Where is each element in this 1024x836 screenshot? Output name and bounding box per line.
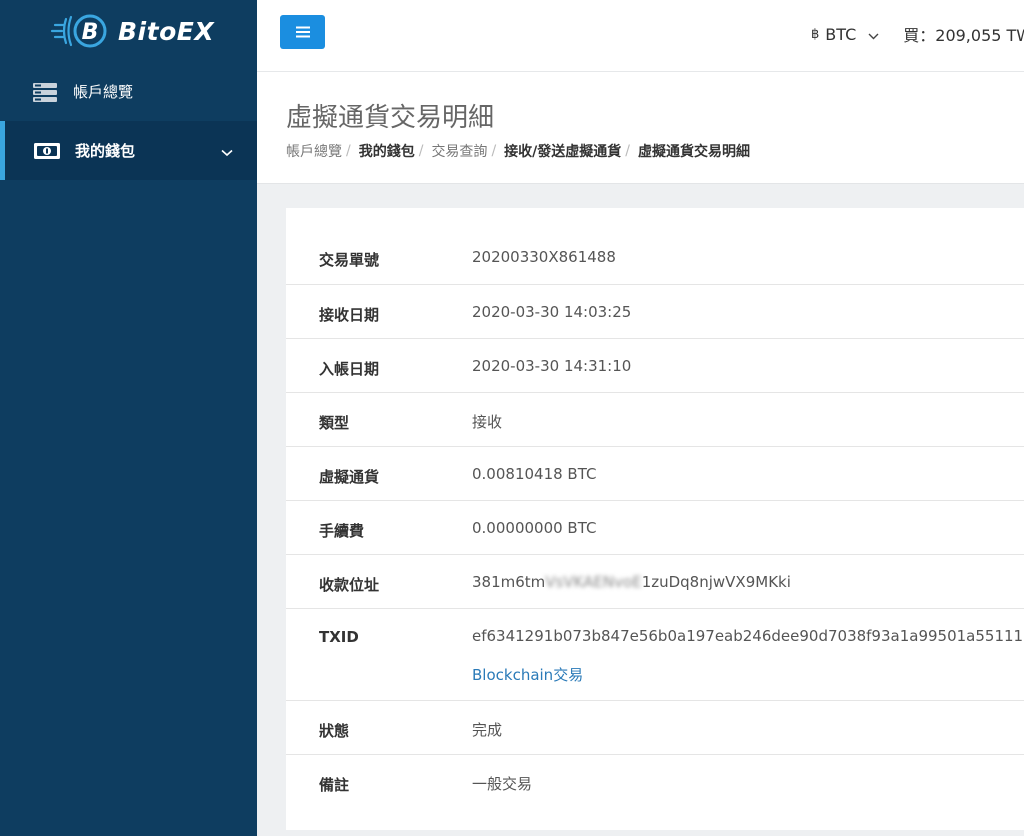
- breadcrumb-separator: /: [625, 143, 630, 159]
- banknote-icon: [34, 141, 60, 161]
- address-redacted: VsVKAENvoE: [545, 573, 642, 591]
- buy-price: 買：209,055 TW: [903, 26, 1024, 45]
- transaction-detail-card: 交易單號 20200330X861488 接收日期 2020-03-30 14:…: [286, 208, 1024, 830]
- detail-label: 入帳日期: [319, 360, 380, 378]
- detail-value: 完成: [472, 721, 503, 739]
- detail-row-currency-amount: 虛擬通貨 0.00810418 BTC: [286, 447, 1024, 501]
- detail-value: 2020-03-30 14:03:25: [472, 303, 632, 321]
- detail-label: TXID: [319, 628, 359, 646]
- chevron-down-icon[interactable]: [868, 25, 879, 44]
- bitcoin-icon: ฿: [811, 26, 820, 42]
- bitoex-logo-icon: B: [50, 11, 112, 51]
- sidebar-item-my-wallet[interactable]: 我的錢包: [0, 121, 257, 180]
- sidebar-item-account-overview[interactable]: 帳戶總覽: [0, 62, 257, 121]
- blockchain-transaction-link[interactable]: Blockchain交易: [472, 664, 583, 685]
- sidebar-item-label: 我的錢包: [75, 142, 136, 160]
- breadcrumb-item-my-wallet[interactable]: 我的錢包: [359, 141, 415, 161]
- detail-label: 交易單號: [319, 251, 380, 269]
- brand-logo[interactable]: B BitoEX: [0, 0, 257, 62]
- coin-selector[interactable]: BTC: [825, 25, 856, 44]
- breadcrumb-item-transaction-query[interactable]: 交易查詢: [431, 141, 487, 161]
- detail-row-status: 狀態 完成: [286, 701, 1024, 755]
- coin-price-area: ฿ BTC 買：209,055 TW: [811, 22, 1024, 46]
- detail-row-txid: TXID ef6341291b073b847e56b0a197eab246dee…: [286, 609, 1024, 701]
- breadcrumb-separator: /: [346, 143, 351, 159]
- breadcrumb-separator: /: [418, 143, 424, 159]
- detail-label: 狀態: [319, 722, 350, 740]
- detail-value: 0.00810418 BTC: [472, 465, 597, 483]
- detail-row-receive-address: 收款位址 381m6tmVsVKAENvoE1zuDq8njwVX9MKki: [286, 555, 1024, 609]
- breadcrumb-item-receive-send[interactable]: 接收/發送虛擬通貨: [504, 141, 621, 161]
- breadcrumb: 帳戶總覽 / 我的錢包 / 交易查詢 / 接收/發送虛擬通貨 / 虛擬通貨交易明細: [286, 141, 750, 161]
- detail-label: 收款位址: [319, 576, 380, 594]
- detail-row-type: 類型 接收: [286, 393, 1024, 447]
- detail-value: 2020-03-30 14:31:10: [472, 357, 632, 375]
- detail-label: 手續費: [319, 522, 365, 540]
- svg-text:B: B: [82, 20, 99, 45]
- detail-row-received-date: 接收日期 2020-03-30 14:03:25: [286, 285, 1024, 339]
- hamburger-icon: [295, 23, 310, 42]
- detail-label: 備註: [319, 776, 350, 794]
- address-suffix: 1zuDq8njwVX9MKki: [641, 573, 791, 591]
- address-prefix: 381m6tm: [472, 573, 546, 591]
- detail-value-address: 381m6tmVsVKAENvoE1zuDq8njwVX9MKki: [472, 573, 791, 591]
- detail-label: 接收日期: [319, 306, 380, 324]
- detail-value: 20200330X861488: [472, 248, 616, 266]
- detail-value: 一般交易: [472, 775, 533, 793]
- chevron-down-icon[interactable]: [221, 143, 233, 161]
- breadcrumb-item-transaction-detail: 虛擬通貨交易明細: [638, 144, 750, 160]
- server-stack-icon: [32, 82, 58, 102]
- detail-value: 0.00000000 BTC: [472, 519, 597, 537]
- top-bar: ฿ BTC 買：209,055 TW: [257, 0, 1024, 72]
- menu-toggle-button[interactable]: [280, 15, 325, 49]
- detail-label: 虛擬通貨: [319, 468, 380, 486]
- detail-value: 接收: [472, 413, 503, 431]
- page-title: 虛擬通貨交易明細: [286, 103, 495, 133]
- detail-row-transaction-id: 交易單號 20200330X861488: [286, 230, 1024, 285]
- detail-row-fee: 手續費 0.00000000 BTC: [286, 501, 1024, 555]
- sidebar-item-label: 帳戶總覽: [73, 83, 134, 101]
- brand-name: BitoEX: [118, 16, 215, 46]
- breadcrumb-item-account-overview[interactable]: 帳戶總覽: [286, 141, 342, 161]
- detail-value: ef6341291b073b847e56b0a197eab246dee90d70…: [472, 627, 1024, 645]
- detail-label: 類型: [319, 414, 350, 432]
- breadcrumb-separator: /: [491, 143, 497, 159]
- sidebar: B BitoEX 帳戶總覽 我的錢包: [0, 0, 257, 836]
- detail-row-posted-date: 入帳日期 2020-03-30 14:31:10: [286, 339, 1024, 393]
- page-header: 虛擬通貨交易明細 帳戶總覽 / 我的錢包 / 交易查詢 / 接收/發送虛擬通貨 / 虛擬…: [257, 72, 1024, 184]
- detail-row-note: 備註 一般交易: [286, 755, 1024, 809]
